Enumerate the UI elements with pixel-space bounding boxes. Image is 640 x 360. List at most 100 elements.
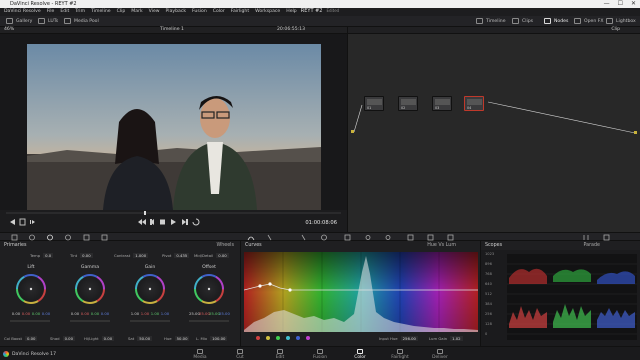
- offset-value-y[interactable]: 25.00: [189, 311, 200, 316]
- color-match-icon[interactable]: [29, 234, 35, 241]
- node-editor[interactable]: 01 02 03 04: [347, 34, 640, 232]
- blur-icon[interactable]: [385, 235, 391, 240]
- clips-toggle[interactable]: Clips: [512, 18, 533, 24]
- curves-tool-icon[interactable]: [247, 236, 255, 241]
- loop-icon[interactable]: [192, 218, 200, 226]
- page-tab-fusion[interactable]: Fusion: [300, 349, 340, 360]
- sat-field[interactable]: Sat 50.00: [128, 336, 153, 341]
- scrubber[interactable]: [6, 211, 341, 215]
- gain-value-b[interactable]: 1.00: [160, 311, 170, 316]
- info-icon[interactable]: [603, 234, 610, 241]
- offset-value-g[interactable]: 25.00: [209, 311, 220, 316]
- gamma-value-y[interactable]: 0.00: [70, 311, 80, 316]
- scopes-toggle-icon[interactable]: [583, 235, 589, 240]
- video-frame[interactable]: [27, 44, 321, 210]
- lift-value-y[interactable]: 0.00: [11, 311, 21, 316]
- hue-field[interactable]: Hue 50.00: [164, 336, 190, 341]
- window-icon[interactable]: [321, 234, 327, 241]
- gallery-toggle[interactable]: Gallery: [6, 18, 32, 24]
- sizing-icon[interactable]: [427, 234, 434, 241]
- magic-mask-icon[interactable]: [365, 235, 371, 240]
- scopes-mode-select[interactable]: Parade: [583, 243, 600, 248]
- curves-mode-select[interactable]: Hue Vs Lum: [427, 243, 456, 248]
- node-01[interactable]: 01: [364, 96, 384, 111]
- gamma-wheel[interactable]: [71, 272, 109, 308]
- lum-gain-field[interactable]: Lum Gain 1.02: [429, 336, 463, 341]
- input-hue-field[interactable]: Input Hue 256.00: [379, 336, 418, 341]
- cyan-swatch[interactable]: [286, 336, 290, 340]
- curve-point[interactable]: [258, 284, 262, 288]
- step-forward-icon[interactable]: [182, 219, 188, 225]
- open-fx-toggle[interactable]: Open FX: [574, 18, 604, 24]
- page-tab-fairlight[interactable]: Fairlight: [380, 349, 420, 360]
- blue-swatch[interactable]: [296, 336, 300, 340]
- gamma-master-slider[interactable]: [70, 320, 110, 322]
- qualifier-icon[interactable]: [301, 234, 306, 241]
- shad-field[interactable]: Shad 0.00: [50, 336, 76, 341]
- hue-vs-lum-graph[interactable]: [244, 252, 478, 332]
- primaries-mode-select[interactable]: Wheels: [216, 243, 234, 248]
- page-tab-color[interactable]: Color: [340, 349, 380, 360]
- rewind-icon[interactable]: [138, 219, 146, 225]
- tint-field[interactable]: Tint 0.00: [70, 253, 93, 258]
- color-warper-icon[interactable]: [267, 234, 272, 241]
- node-04[interactable]: 04: [464, 96, 484, 111]
- playhead[interactable]: [144, 211, 146, 215]
- minimize-button[interactable]: —: [604, 0, 610, 7]
- stop-icon[interactable]: [160, 219, 165, 225]
- page-tab-media[interactable]: Media: [180, 349, 220, 360]
- page-tab-cut[interactable]: Cut: [220, 349, 260, 360]
- hdr-wheels-icon[interactable]: [65, 234, 71, 241]
- hilight-field[interactable]: Hi/Light 0.00: [84, 336, 115, 341]
- col-boost-field[interactable]: Col Boost 0.00: [4, 336, 38, 341]
- timeline-name[interactable]: Timeline 1: [160, 27, 184, 32]
- magenta-swatch[interactable]: [306, 336, 310, 340]
- yellow-swatch[interactable]: [266, 336, 270, 340]
- offset-value-b[interactable]: 25.00: [219, 311, 230, 316]
- motion-effects-icon[interactable]: [101, 234, 108, 241]
- node-mode-select[interactable]: Clip: [611, 27, 620, 32]
- lightbox-toggle[interactable]: Lightbox: [606, 18, 636, 24]
- color-wheels-icon[interactable]: [47, 234, 53, 241]
- luts-toggle[interactable]: LUTs: [38, 18, 58, 24]
- play-icon[interactable]: [171, 219, 176, 225]
- gamma-value-b[interactable]: 0.00: [100, 311, 110, 316]
- gamma-value-r[interactable]: 0.00: [80, 311, 90, 316]
- node-03[interactable]: 03: [432, 96, 452, 111]
- offset-master-slider[interactable]: [189, 320, 229, 322]
- offset-value-r[interactable]: 25.00: [199, 311, 210, 316]
- gain-master-slider[interactable]: [130, 320, 170, 322]
- curve-point[interactable]: [288, 288, 292, 292]
- lift-value-g[interactable]: 0.00: [31, 311, 41, 316]
- page-tab-deliver[interactable]: Deliver: [420, 349, 460, 360]
- curve-point[interactable]: [268, 282, 272, 286]
- maximize-button[interactable]: ☐: [618, 0, 623, 7]
- gain-value-r[interactable]: 1.00: [140, 311, 150, 316]
- rgb-mixer-icon[interactable]: [83, 234, 90, 241]
- audio-mute-icon[interactable]: [30, 220, 35, 224]
- camera-raw-icon[interactable]: [11, 234, 18, 241]
- gain-value-y[interactable]: 1.00: [130, 311, 140, 316]
- pivot-field[interactable]: Pivot 0.435: [162, 253, 190, 258]
- page-tab-edit[interactable]: Edit: [260, 349, 300, 360]
- lift-value-b[interactable]: 0.00: [41, 311, 51, 316]
- node-02[interactable]: 02: [398, 96, 418, 111]
- scope-tool-icon[interactable]: [19, 218, 26, 226]
- lift-wheel[interactable]: [12, 272, 50, 308]
- 3d-icon[interactable]: [447, 234, 454, 241]
- middetail-field[interactable]: Mid/Detail 0.00: [194, 253, 229, 258]
- tracker-icon[interactable]: [344, 234, 351, 241]
- red-swatch[interactable]: [256, 336, 260, 340]
- lift-value-r[interactable]: 0.00: [21, 311, 31, 316]
- step-back-icon[interactable]: [150, 219, 154, 225]
- gamma-value-g[interactable]: 0.00: [90, 311, 100, 316]
- nodes-toggle[interactable]: Nodes: [544, 18, 568, 24]
- media-pool-toggle[interactable]: Media Pool: [64, 18, 99, 24]
- viewer-zoom[interactable]: 46%: [4, 27, 14, 32]
- edit-tool-icon[interactable]: [10, 219, 15, 225]
- lum-mix-field[interactable]: L. Mix 100.00: [196, 336, 228, 341]
- temp-field[interactable]: Temp 0.0: [30, 253, 54, 258]
- close-button[interactable]: ✕: [631, 0, 636, 7]
- offset-wheel[interactable]: [190, 272, 228, 308]
- key-icon[interactable]: [407, 234, 414, 241]
